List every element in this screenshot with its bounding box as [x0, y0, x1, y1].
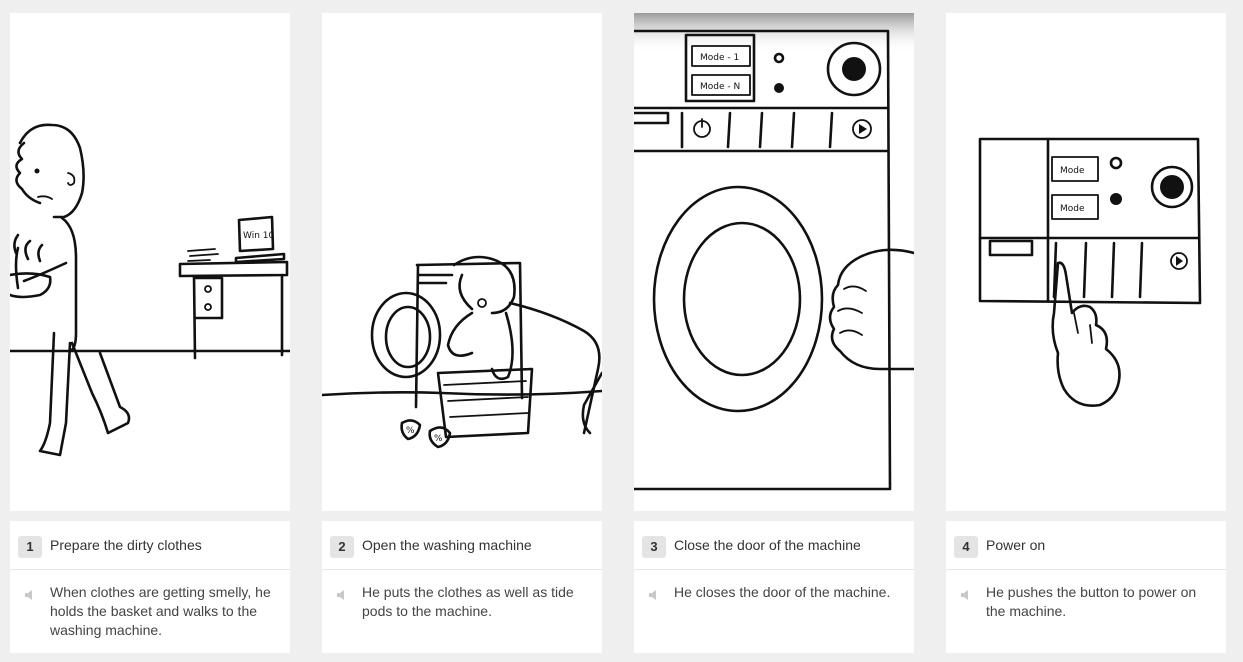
speaker-icon[interactable] — [335, 588, 349, 602]
sketch-prepare-clothes: Win 10 — [10, 13, 290, 511]
step-description[interactable]: He pushes the button to power on the mac… — [986, 583, 1218, 621]
step-card[interactable]: 2 Open the washing machine He puts the c… — [322, 521, 602, 653]
step-title[interactable]: Power on — [986, 537, 1045, 553]
step-header: 2 Open the washing machine — [322, 521, 602, 570]
mode-label: Mode — [1060, 166, 1085, 176]
sketch-image: Mode Mode — [978, 137, 1202, 407]
step-header: 3 Close the door of the machine — [634, 521, 914, 570]
step-number-badge: 1 — [18, 536, 42, 558]
step-card[interactable]: 4 Power on He pushes the button to power… — [946, 521, 1226, 653]
sketch-image: % % — [322, 255, 602, 449]
sketch-image: Win 10 — [10, 123, 290, 457]
mode-n-label: Mode - N — [700, 82, 740, 92]
laptop-screen-label: Win 10 — [243, 231, 274, 241]
mode-label: Mode — [1060, 204, 1085, 214]
mode-1-label: Mode - 1 — [700, 53, 739, 63]
storyboard: Win 10 1 Prepare the dirty clothes When … — [0, 0, 1243, 662]
step-title[interactable]: Open the washing machine — [362, 537, 532, 553]
step-header: 4 Power on — [946, 521, 1226, 570]
step-description[interactable]: When clothes are getting smelly, he hold… — [50, 583, 282, 640]
storyboard-frame-1[interactable]: Win 10 1 Prepare the dirty clothes When … — [10, 13, 290, 653]
step-card[interactable]: 1 Prepare the dirty clothes When clothes… — [10, 521, 290, 653]
step-description[interactable]: He closes the door of the machine. — [674, 583, 906, 602]
sketch-close-door: Mode - 1 Mode - N — [634, 13, 914, 511]
speaker-icon[interactable] — [23, 588, 37, 602]
sketch-open-machine: % % — [322, 13, 602, 511]
step-number-badge: 4 — [954, 536, 978, 558]
step-number-badge: 2 — [330, 536, 354, 558]
step-description[interactable]: He puts the clothes as well as tide pods… — [362, 583, 594, 621]
pod-label: % — [434, 434, 443, 444]
storyboard-frame-3[interactable]: Mode - 1 Mode - N 3 Close the door of th… — [634, 13, 914, 653]
speaker-icon[interactable] — [647, 588, 661, 602]
step-number-badge: 3 — [642, 536, 666, 558]
storyboard-frame-2[interactable]: % % 2 Open the washing machine He puts t… — [322, 13, 602, 653]
step-title[interactable]: Close the door of the machine — [674, 537, 861, 553]
speaker-icon[interactable] — [959, 588, 973, 602]
step-card[interactable]: 3 Close the door of the machine He close… — [634, 521, 914, 653]
storyboard-frame-4[interactable]: Mode Mode 4 Power on He pushes the butto… — [946, 13, 1226, 653]
step-title[interactable]: Prepare the dirty clothes — [50, 537, 202, 553]
step-header: 1 Prepare the dirty clothes — [10, 521, 290, 570]
sketch-image: Mode - 1 Mode - N — [634, 13, 914, 491]
sketch-power-on: Mode Mode — [946, 13, 1226, 511]
pod-label: % — [406, 426, 415, 436]
